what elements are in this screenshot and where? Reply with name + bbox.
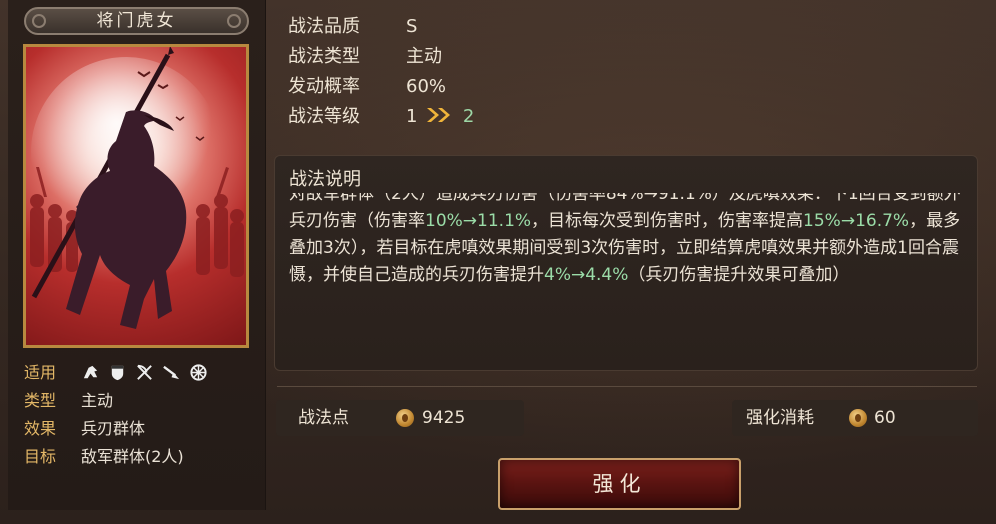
skill-name: 将门虎女 (96, 11, 177, 31)
skill-points-label: 战法点 (298, 408, 349, 428)
upgrade-cost-value: 60 (874, 408, 896, 428)
rate-label: 发动概率 (288, 76, 360, 97)
description-text: 对敌军群体（2人）造成兵刃伤害（伤害率84%→91.1%）及虎嗔效果：下1回合受… (289, 193, 969, 289)
description-panel[interactable]: 战法说明 对敌军群体（2人）造成兵刃伤害（伤害率84%→91.1%）及虎嗔效果：… (274, 155, 978, 371)
effect-label: 效果 (24, 419, 57, 438)
type-label: 类型 (24, 391, 57, 410)
description-scroll-area[interactable]: 对敌军群体（2人）造成兵刃伤害（伤害率84%→91.1%）及虎嗔效果：下1回合受… (289, 193, 969, 339)
spear-icon (163, 365, 180, 380)
quality-value: S (406, 16, 418, 37)
target-label: 目标 (24, 447, 57, 466)
upgrade-cost-label: 强化消耗 (746, 408, 814, 428)
upgrade-button[interactable]: 强化 (498, 458, 741, 510)
description-title: 战法说明 (289, 169, 361, 190)
rate-value: 60% (406, 76, 447, 97)
siege-icon (190, 364, 207, 381)
cavalry-icon (83, 365, 98, 379)
type-value: 主动 (81, 391, 114, 410)
warrior-silhouette-illustration (30, 47, 244, 329)
level-next: 2 (462, 106, 475, 127)
arms-icon-list (81, 363, 208, 382)
quality-label: 战法品质 (288, 16, 360, 37)
applicable-label: 适用 (24, 363, 57, 382)
skill-artwork (23, 44, 249, 348)
upgrade-cost-pill: 强化消耗 60 (732, 400, 978, 436)
skill-point-coin-icon (849, 409, 867, 427)
description-highlight-value: 4%→4.4% (544, 265, 629, 285)
category-label: 战法类型 (288, 46, 360, 67)
effect-value: 兵刃群体 (81, 419, 146, 438)
description-highlight-value: 10%→11.1% (425, 211, 532, 231)
description-segment: （兵刃伤害提升效果可叠加） (628, 265, 850, 285)
shield-icon (111, 365, 124, 381)
level-label: 战法等级 (288, 106, 360, 127)
skill-points-value: 9425 (422, 408, 466, 428)
skill-point-coin-icon (396, 409, 414, 427)
plate-ornament-right-icon (227, 14, 241, 28)
double-chevron-right-icon (427, 108, 451, 122)
target-value: 敌军群体(2人) (81, 447, 184, 466)
description-segment: ，目标每次受到伤害时，伤害率提高 (531, 211, 804, 231)
divider (277, 386, 977, 387)
level-value: 1 2 (406, 102, 474, 132)
category-value: 主动 (406, 46, 442, 67)
skill-points-pill: 战法点 9425 (276, 400, 524, 436)
level-current: 1 (406, 106, 418, 127)
skill-name-plate: 将门虎女 (24, 7, 249, 35)
description-highlight-value: 15%→16.7% (803, 211, 910, 231)
plate-ornament-left-icon (32, 14, 46, 28)
archer-icon (137, 364, 152, 380)
